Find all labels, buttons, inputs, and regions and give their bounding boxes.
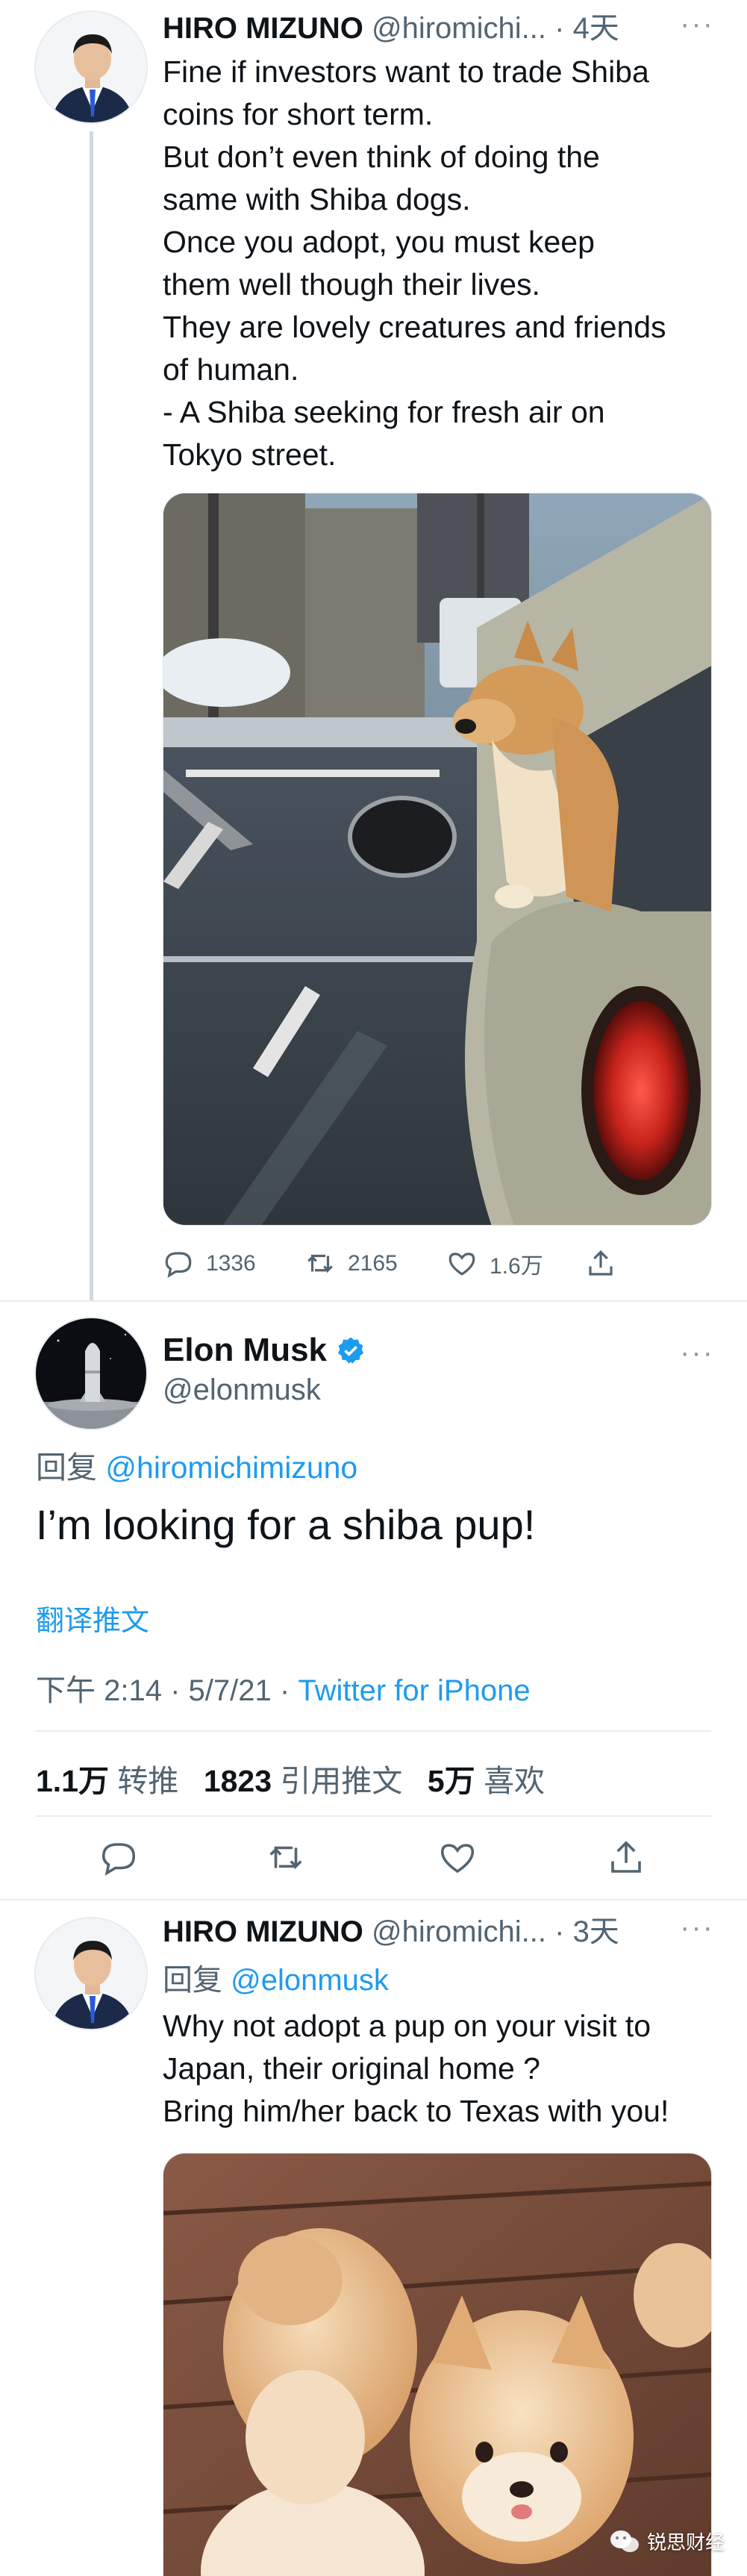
tweet1-actions: 1336 2165 1.6万	[163, 1241, 712, 1286]
stat-value: 1823	[203, 1764, 272, 1798]
stat-value: 5万	[427, 1764, 475, 1798]
more-icon[interactable]: ···	[680, 7, 714, 41]
text-line: Tokyo street.	[163, 437, 337, 472]
text-line: Fine if investors want to trade Shiba	[163, 54, 649, 89]
stat-label: 引用推文	[280, 1764, 403, 1798]
reply-button[interactable]	[99, 1838, 139, 1878]
like-button[interactable]	[437, 1838, 478, 1878]
retweet-button[interactable]	[266, 1838, 306, 1878]
meta-separator: ·	[554, 12, 565, 45]
more-icon[interactable]: ···	[680, 1911, 714, 1945]
source-link[interactable]: Twitter for iPhone	[298, 1674, 530, 1707]
author-handle[interactable]: @hiromichi...	[372, 12, 546, 45]
share-icon	[589, 1250, 613, 1276]
text-line: same with Shiba dogs.	[163, 182, 471, 216]
author-name-row: Elon Musk	[163, 1332, 366, 1369]
wechat-icon	[610, 2530, 639, 2552]
author-handle[interactable]: @hiromichi...	[372, 1915, 546, 1948]
divider	[36, 1815, 711, 1817]
more-icon[interactable]: ···	[680, 1336, 714, 1370]
hiro-avatar[interactable]	[34, 10, 148, 124]
meta-separator: ·	[170, 1674, 181, 1707]
reply-icon	[101, 1843, 136, 1876]
divider	[0, 1899, 747, 1900]
engagement-stats: 1.1万 转推 1823 引用推文 5万 喜欢	[36, 1756, 545, 1800]
text-line: - A Shiba seeking for fresh air on	[163, 395, 605, 429]
text-line: They are lovely creatures and friends	[163, 310, 666, 344]
divider	[36, 1730, 711, 1732]
shiba-street-photo[interactable]	[163, 493, 712, 1226]
text-line: them well though their lives.	[163, 267, 540, 302]
author-name[interactable]: HIRO MIZUNO	[163, 12, 363, 45]
reply-button[interactable]: 1336	[163, 1241, 256, 1286]
tweet-timestamp-row: 下午 2:14 · 5/7/21 · Twitter for iPhone	[36, 1666, 531, 1709]
timestamp[interactable]: 4天	[573, 12, 619, 45]
share-icon	[611, 1841, 641, 1873]
text-line: Bring him/her back to Texas with you!	[163, 2094, 669, 2128]
like-icon	[440, 1844, 475, 1874]
retweet-button[interactable]: 2165	[304, 1241, 398, 1286]
stat-value: 1.1万	[36, 1764, 109, 1798]
like-button[interactable]: 1.6万	[446, 1241, 543, 1286]
watermark-text: 锐思财经	[646, 2531, 725, 2554]
text-line: Once you adopt, you must keep	[163, 225, 595, 259]
thread-connector	[90, 131, 93, 1300]
like-count: 1.6万	[490, 1254, 543, 1279]
share-button[interactable]	[606, 1838, 646, 1878]
author-name[interactable]: HIRO MIZUNO	[163, 1915, 363, 1948]
like-icon	[448, 1253, 475, 1276]
divider	[0, 1300, 747, 1302]
reply-context: 回复 @elonmusk	[163, 1956, 389, 1999]
tweet1-header: HIRO MIZUNO @hiromichi... · 4天	[163, 9, 725, 48]
stat-label: 喜欢	[484, 1764, 546, 1798]
retweets-stat[interactable]: 1.1万 转推	[36, 1764, 178, 1798]
timestamp[interactable]: 3天	[573, 1915, 619, 1948]
tweet3-header: HIRO MIZUNO @hiromichi... · 3天	[163, 1912, 725, 1951]
quotes-stat[interactable]: 1823 引用推文	[204, 1764, 403, 1798]
tweet3-text: Why not adopt a pup on your visit to Jap…	[163, 2005, 715, 2133]
retweet-icon	[307, 1254, 333, 1273]
post-date: 5/7/21	[188, 1674, 272, 1707]
text-line: of human.	[163, 352, 299, 387]
translate-link[interactable]: 翻译推文	[36, 1597, 149, 1638]
post-time: 下午 2:14	[36, 1674, 162, 1707]
hiro-avatar[interactable]	[34, 1917, 148, 2030]
meta-separator: ·	[279, 1674, 290, 1707]
stat-label: 转推	[117, 1764, 179, 1798]
reply-icon	[165, 1252, 192, 1278]
tweet1-text: Fine if investors want to trade Shiba co…	[163, 51, 715, 476]
reply-prefix: 回复	[36, 1450, 97, 1485]
likes-stat[interactable]: 5万 喜欢	[428, 1764, 545, 1798]
text-line: Why not adopt a pup on your visit to	[163, 2009, 651, 2043]
text-line: Japan, their original home ?	[163, 2051, 540, 2086]
reply-count: 1336	[206, 1251, 256, 1276]
verified-badge-icon	[338, 1337, 364, 1364]
text-line: But don’t even think of doing the	[163, 140, 600, 174]
tweet2-actions	[0, 1838, 747, 1883]
retweet-icon	[269, 1846, 302, 1870]
source-watermark: 锐思财经	[610, 2527, 725, 2555]
retweet-count: 2165	[348, 1251, 398, 1276]
author-name[interactable]: Elon Musk	[163, 1332, 327, 1369]
author-handle[interactable]: @elonmusk	[163, 1373, 321, 1407]
elon-avatar[interactable]	[34, 1317, 148, 1430]
shiba-puppies-photo[interactable]	[163, 2153, 712, 2576]
tweet2-text: I’m looking for a shiba pup!	[36, 1501, 536, 1548]
meta-separator: ·	[554, 1915, 565, 1948]
text-line: coins for short term.	[163, 97, 434, 131]
reply-mention-link[interactable]: @hiromichimizuno	[105, 1450, 357, 1485]
share-button[interactable]	[585, 1241, 616, 1286]
reply-prefix: 回复	[163, 1964, 222, 1997]
reply-context: 回复 @hiromichimizuno	[36, 1442, 357, 1487]
reply-mention-link[interactable]: @elonmusk	[231, 1964, 389, 1997]
